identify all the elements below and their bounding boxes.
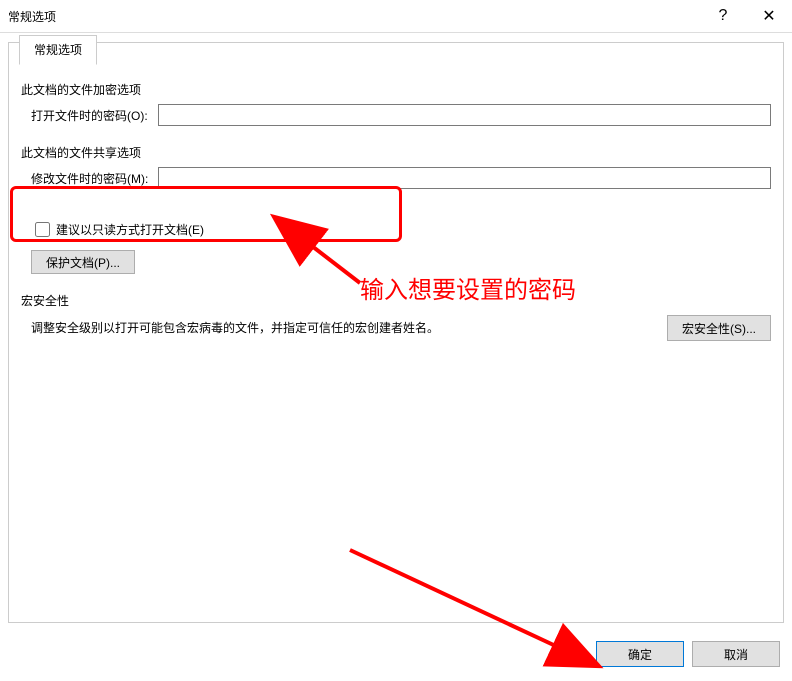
open-password-label: 打开文件时的密码(O): xyxy=(31,107,148,124)
window-controls: ? ✕ xyxy=(700,1,792,31)
readonly-recommend-label: 建议以只读方式打开文档(E) xyxy=(56,221,204,238)
dialog-footer: 确定 取消 xyxy=(596,641,780,667)
cancel-button[interactable]: 取消 xyxy=(692,641,780,667)
readonly-recommend-row: 建议以只读方式打开文档(E) xyxy=(31,219,771,240)
ok-button[interactable]: 确定 xyxy=(596,641,684,667)
general-options-dialog: 常规选项 ? ✕ 常规选项 此文档的文件加密选项 打开文件时的密码(O): 此文… xyxy=(0,0,792,681)
macro-section-title: 宏安全性 xyxy=(21,292,771,309)
help-button[interactable]: ? xyxy=(700,1,746,31)
readonly-recommend-checkbox[interactable] xyxy=(35,222,50,237)
open-password-row: 打开文件时的密码(O): xyxy=(31,104,771,126)
share-section-title: 此文档的文件共享选项 xyxy=(21,144,771,161)
window-title: 常规选项 xyxy=(8,8,700,25)
modify-password-input[interactable] xyxy=(158,167,771,189)
dialog-body: 常规选项 此文档的文件加密选项 打开文件时的密码(O): 此文档的文件共享选项 … xyxy=(8,42,784,623)
encrypt-section-title: 此文档的文件加密选项 xyxy=(21,81,771,98)
protect-document-button[interactable]: 保护文档(P)... xyxy=(31,250,135,274)
open-password-input[interactable] xyxy=(158,104,771,126)
macro-description: 调整安全级别以打开可能包含宏病毒的文件，并指定可信任的宏创建者姓名。 xyxy=(31,315,647,336)
modify-password-row: 修改文件时的密码(M): xyxy=(31,167,771,189)
tab-general-options[interactable]: 常规选项 xyxy=(19,35,97,65)
modify-password-label: 修改文件时的密码(M): xyxy=(31,170,148,187)
macro-security-button[interactable]: 宏安全性(S)... xyxy=(667,315,771,341)
close-button[interactable]: ✕ xyxy=(746,1,792,31)
macro-row: 调整安全级别以打开可能包含宏病毒的文件，并指定可信任的宏创建者姓名。 宏安全性(… xyxy=(31,315,771,341)
titlebar: 常规选项 ? ✕ xyxy=(0,0,792,33)
